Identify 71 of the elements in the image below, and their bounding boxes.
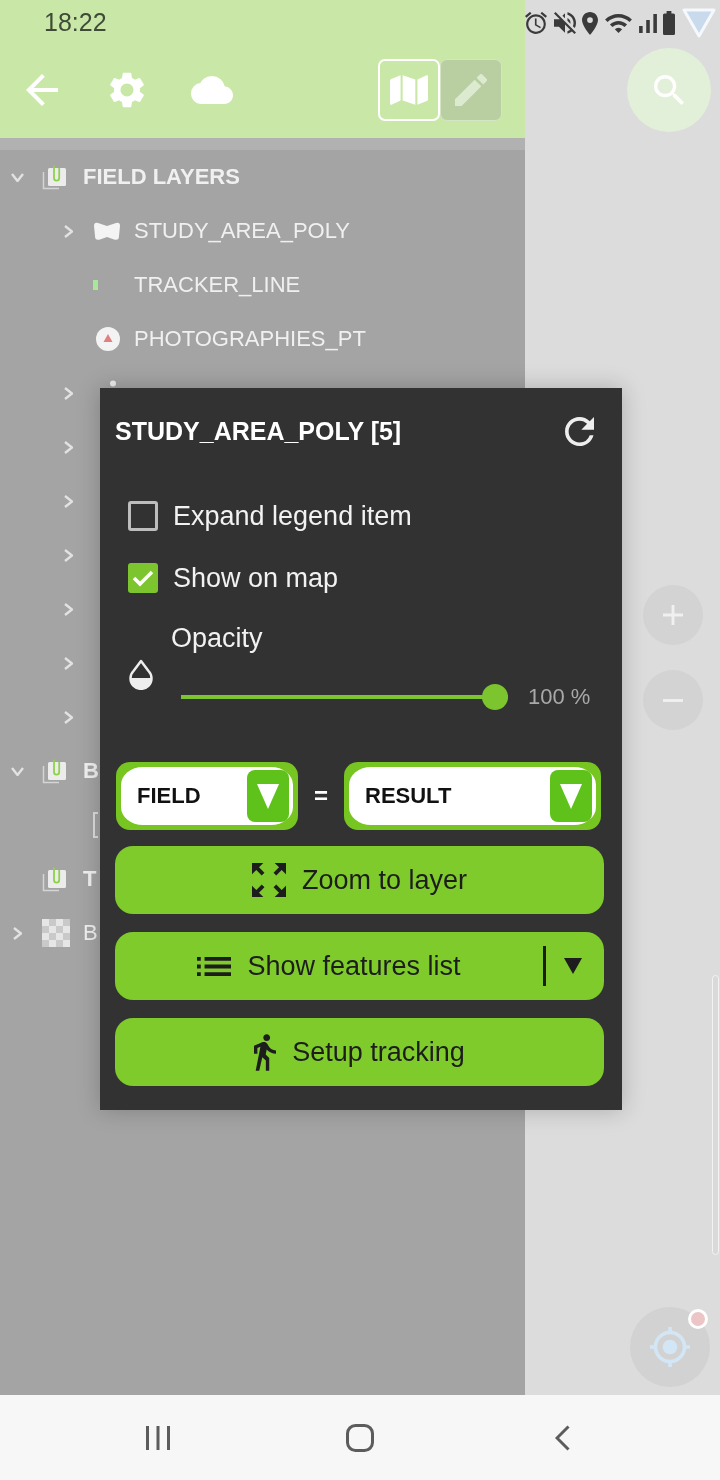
option-label: Expand legend item [173, 500, 412, 532]
opacity-value: 100 % [528, 684, 591, 710]
chevron-right-icon[interactable] [63, 602, 73, 616]
chevron-right-icon[interactable] [63, 386, 73, 400]
dialog-title: STUDY_AREA_POLY [5] [115, 416, 402, 446]
layer-group-icon [42, 164, 68, 190]
operator-label: = [313, 782, 329, 810]
polygon-icon [93, 221, 121, 241]
chevron-right-icon[interactable] [12, 926, 22, 940]
action-button[interactable]: Zoom to layer [115, 846, 604, 914]
location-pin-icon [582, 11, 599, 35]
cloud-icon[interactable] [191, 76, 233, 104]
crosshair-icon [650, 1327, 690, 1367]
layer-name[interactable]: B [83, 920, 98, 946]
status-time: 18:22 [44, 10, 107, 35]
expand-arrows-icon [251, 863, 286, 897]
option-label: Show on map [173, 562, 339, 594]
pencil-icon [455, 74, 487, 106]
layer-group-icon [42, 866, 68, 892]
bracket-icon [93, 812, 98, 838]
chevron-right-icon[interactable] [63, 656, 73, 670]
layer-name[interactable]: STUDY_AREA_POLY [134, 218, 350, 244]
checkbox[interactable] [128, 501, 158, 531]
map-mode-tab[interactable] [378, 59, 440, 121]
status-dot-icon [688, 1309, 708, 1329]
map-icon [390, 73, 428, 107]
layer-name[interactable]: PHOTOGRAPHIES_PT [134, 326, 366, 352]
chevron-right-icon[interactable] [63, 494, 73, 508]
layer-name[interactable]: B [83, 758, 99, 784]
opacity-drop-icon [127, 659, 155, 690]
field-select[interactable]: FIELD [116, 762, 298, 830]
recent-apps-icon[interactable] [145, 1425, 171, 1450]
action-button[interactable]: Show features list [115, 932, 604, 1000]
action-button[interactable]: Setup tracking [115, 1018, 604, 1086]
checkbox[interactable] [128, 563, 158, 593]
edit-mode-tab[interactable] [440, 59, 502, 121]
battery-icon [663, 11, 676, 35]
refresh-icon[interactable] [565, 416, 594, 446]
dropdown-caret-icon [247, 770, 289, 822]
walking-person-icon [254, 1033, 277, 1071]
caret-down-icon[interactable] [564, 958, 582, 974]
layer-name[interactable]: T [83, 866, 97, 892]
settings-icon[interactable] [109, 72, 145, 108]
dropdown-caret-icon [550, 770, 592, 822]
layer-group-icon [42, 758, 68, 784]
layer-name[interactable]: TRACKER_LINE [134, 272, 301, 298]
line-symbol-icon [93, 280, 98, 290]
chevron-down-icon[interactable] [10, 766, 24, 776]
wifi-icon [604, 13, 632, 33]
chevron-right-icon[interactable] [63, 440, 73, 454]
plus-icon [663, 605, 683, 625]
back-icon[interactable] [554, 1424, 570, 1451]
chevron-down-icon[interactable] [10, 172, 24, 182]
mute-icon [553, 12, 576, 34]
back-arrow-icon[interactable] [26, 74, 58, 106]
opacity-label: Opacity [171, 622, 263, 655]
chevron-right-icon[interactable] [63, 548, 73, 562]
opacity-slider[interactable] [181, 684, 508, 710]
list-icon [197, 956, 232, 976]
signal-icon [638, 13, 657, 33]
chevron-right-icon[interactable] [63, 710, 73, 724]
slider-thumb[interactable] [482, 684, 508, 710]
home-icon[interactable] [346, 1423, 374, 1452]
value-select[interactable]: RESULT [344, 762, 601, 830]
chevron-right-icon[interactable] [63, 224, 73, 238]
layer-name[interactable]: FIELD LAYERS [83, 164, 240, 190]
alarm-icon [525, 12, 547, 34]
search-icon [654, 75, 684, 105]
triangle-icon [681, 8, 716, 38]
checker-icon [42, 919, 70, 947]
point-symbol-icon [96, 327, 120, 351]
